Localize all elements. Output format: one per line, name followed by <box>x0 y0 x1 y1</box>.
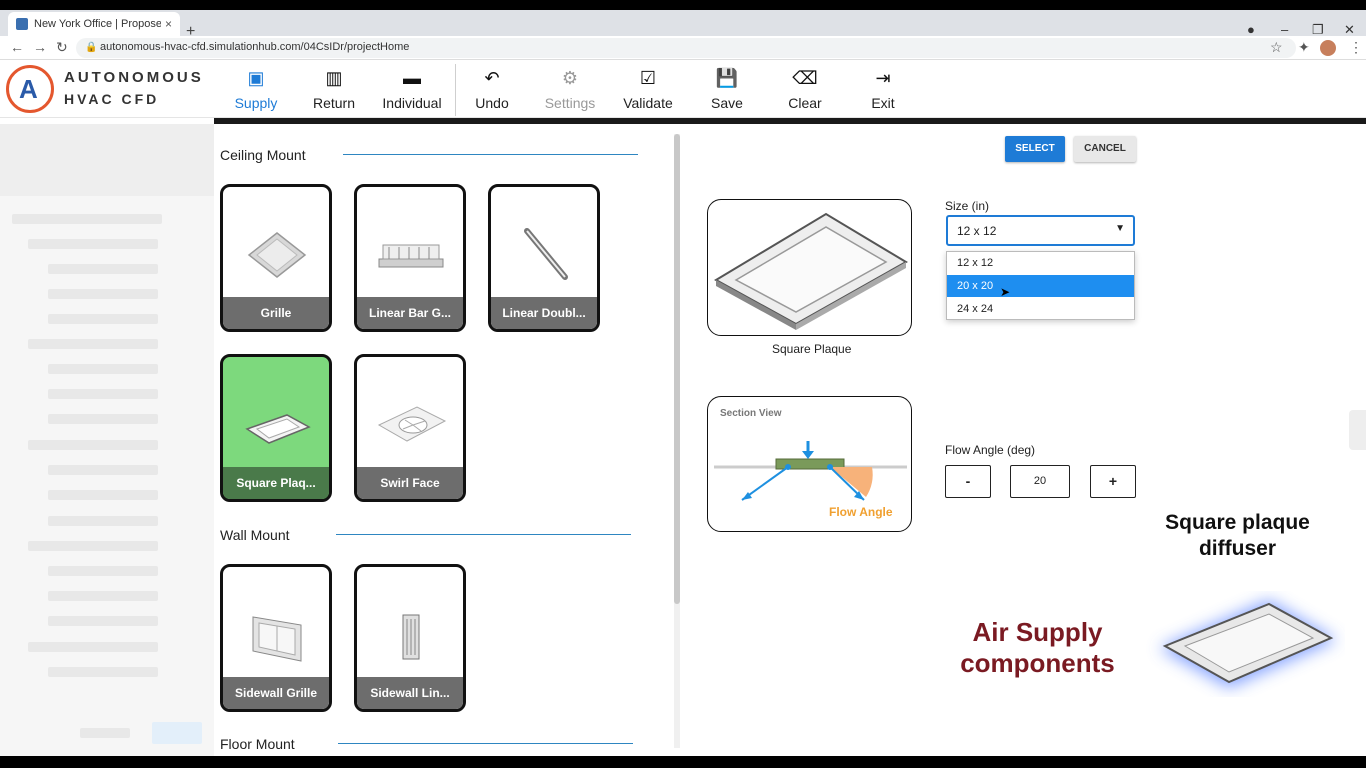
browser-menu-icon[interactable]: ⋮ <box>1349 39 1363 56</box>
diffuser-card-grille[interactable]: Grille <box>220 184 332 332</box>
flow-angle-increment-button[interactable]: + <box>1090 465 1136 498</box>
size-option[interactable]: 24 x 24 <box>947 298 1134 320</box>
flow-angle-decrement-button[interactable]: - <box>945 465 991 498</box>
toolbar-return-button[interactable]: ▥ Return <box>294 68 374 111</box>
size-select[interactable]: 12 x 12 ▼ <box>946 215 1135 246</box>
diffuser-card-square-plaque[interactable]: Square Plaq... <box>220 354 332 502</box>
sidewall-grille-icon <box>252 616 302 662</box>
card-label: Swirl Face <box>357 467 463 499</box>
gear-icon: ⚙ <box>561 68 579 88</box>
url-text: autonomous-hvac-cfd.simulationhub.com/04… <box>100 41 410 53</box>
save-icon: 💾 <box>715 68 739 88</box>
app-header: A AUTONOMOUS HVAC CFD ▣ Supply ▥ Return … <box>0 60 1366 118</box>
section-view-image: Section View Flow Angle <box>707 396 912 532</box>
square-plaque-preview-icon <box>713 212 908 330</box>
side-scroll-tab[interactable] <box>1349 410 1366 450</box>
diffuser-card-sidewall-grille[interactable]: Sidewall Grille <box>220 564 332 712</box>
card-label: Linear Doubl... <box>491 297 597 329</box>
flow-angle-label: Flow Angle (deg) <box>945 443 1036 457</box>
diffuser-card-linear-bar[interactable]: Linear Bar G... <box>354 184 466 332</box>
size-option[interactable]: 12 x 12 <box>947 252 1134 274</box>
linear-bar-icon <box>378 244 444 268</box>
brand-line-1: AUTONOMOUS <box>64 69 204 86</box>
card-label: Grille <box>223 297 329 329</box>
section-divider <box>343 154 638 155</box>
flow-angle-diagram-label: Flow Angle <box>829 505 893 519</box>
wall-mount-heading: Wall Mount <box>220 527 290 543</box>
size-dropdown-list: 12 x 12 20 x 20 24 x 24 <box>946 251 1135 320</box>
section-divider <box>338 743 633 744</box>
section-divider <box>336 534 631 535</box>
brand-line-2: HVAC CFD <box>64 91 160 107</box>
product-title-annotation: Square plaque diffuser <box>1165 511 1310 560</box>
back-icon[interactable]: ← <box>10 39 24 55</box>
toolbar-supply-button[interactable]: ▣ Supply <box>216 68 296 111</box>
preview-caption: Square Plaque <box>772 342 852 356</box>
lock-icon: 🔒 <box>85 42 98 53</box>
browser-tab-bar: New York Office | Proposed Desi × + ● – … <box>0 10 1366 40</box>
close-tab-icon[interactable]: × <box>165 17 172 31</box>
floor-mount-heading: Floor Mount <box>220 736 295 752</box>
app-logo: A <box>6 65 54 113</box>
cancel-button[interactable]: CANCEL <box>1074 136 1136 162</box>
card-label: Sidewall Grille <box>223 677 329 709</box>
toolbar-settings-button[interactable]: ⚙ Settings <box>530 68 610 111</box>
url-field[interactable]: 🔒 autonomous-hvac-cfd.simulationhub.com/… <box>76 38 1296 58</box>
toolbar-clear-button[interactable]: ⌫ Clear <box>765 68 845 111</box>
card-label: Sidewall Lin... <box>357 677 463 709</box>
toolbar-exit-button[interactable]: ⇥ Exit <box>843 68 923 111</box>
size-select-value: 12 x 12 <box>957 224 997 238</box>
picker-scrollbar-thumb[interactable] <box>674 134 680 604</box>
sidewall-linear-icon <box>402 614 420 660</box>
select-button[interactable]: SELECT <box>1005 136 1065 162</box>
diffuser-card-swirl-face[interactable]: Swirl Face <box>354 354 466 502</box>
favicon-icon <box>16 18 28 30</box>
diffuser-card-linear-double[interactable]: Linear Doubl... <box>488 184 600 332</box>
card-label: Square Plaq... <box>223 467 329 499</box>
square-plaque-icon <box>245 414 311 444</box>
overlay-title-annotation: Air Supply components <box>960 617 1115 678</box>
bookmark-star-icon[interactable]: ☆ <box>1270 39 1283 56</box>
individual-icon: ▬ <box>403 68 421 88</box>
reload-icon[interactable]: ↻ <box>56 39 68 56</box>
return-icon: ▥ <box>325 68 343 88</box>
grille-icon <box>247 232 307 278</box>
diffuser-glow-image <box>1145 582 1345 697</box>
card-label: Linear Bar G... <box>357 297 463 329</box>
eraser-icon: ⌫ <box>792 68 818 88</box>
extensions-icon[interactable]: ✦ <box>1298 39 1310 56</box>
toolbar-individual-button[interactable]: ▬ Individual <box>372 68 452 111</box>
component-preview-image <box>707 199 912 336</box>
toolbar-validate-button[interactable]: ☑ Validate <box>608 68 688 111</box>
section-view-label: Section View <box>720 408 782 419</box>
undo-icon: ↶ <box>484 68 500 88</box>
chevron-down-icon: ▼ <box>1115 223 1125 234</box>
toolbar-undo-button[interactable]: ↶ Undo <box>452 68 532 111</box>
section-view-diagram: Section View Flow Angle <box>714 408 907 519</box>
forward-icon[interactable]: → <box>33 39 47 55</box>
background-sidebar <box>0 124 214 768</box>
swirl-face-icon <box>377 406 447 442</box>
address-bar: ← → ↻ 🔒 autonomous-hvac-cfd.simulationhu… <box>0 36 1366 60</box>
toolbar-divider <box>455 64 456 116</box>
size-label: Size (in) <box>945 199 990 213</box>
supply-icon: ▣ <box>247 68 265 88</box>
profile-menu-icon[interactable]: ● <box>1247 22 1255 37</box>
diffuser-card-sidewall-linear[interactable]: Sidewall Lin... <box>354 564 466 712</box>
linear-double-icon <box>524 228 568 280</box>
size-option-highlighted[interactable]: 20 x 20 <box>947 275 1134 297</box>
ceiling-mount-heading: Ceiling Mount <box>220 147 306 163</box>
toolbar-save-button[interactable]: 💾 Save <box>687 68 767 111</box>
user-avatar[interactable] <box>1320 40 1336 56</box>
tab-title: New York Office | Proposed Desi <box>34 18 161 30</box>
minimize-icon[interactable]: – <box>1281 22 1288 37</box>
exit-icon: ⇥ <box>875 68 891 88</box>
check-icon: ☑ <box>639 68 657 88</box>
flow-angle-input[interactable]: 20 <box>1010 465 1070 498</box>
mouse-cursor-icon: ➤ <box>1000 285 1011 299</box>
browser-tab[interactable]: New York Office | Proposed Desi × <box>8 12 180 36</box>
